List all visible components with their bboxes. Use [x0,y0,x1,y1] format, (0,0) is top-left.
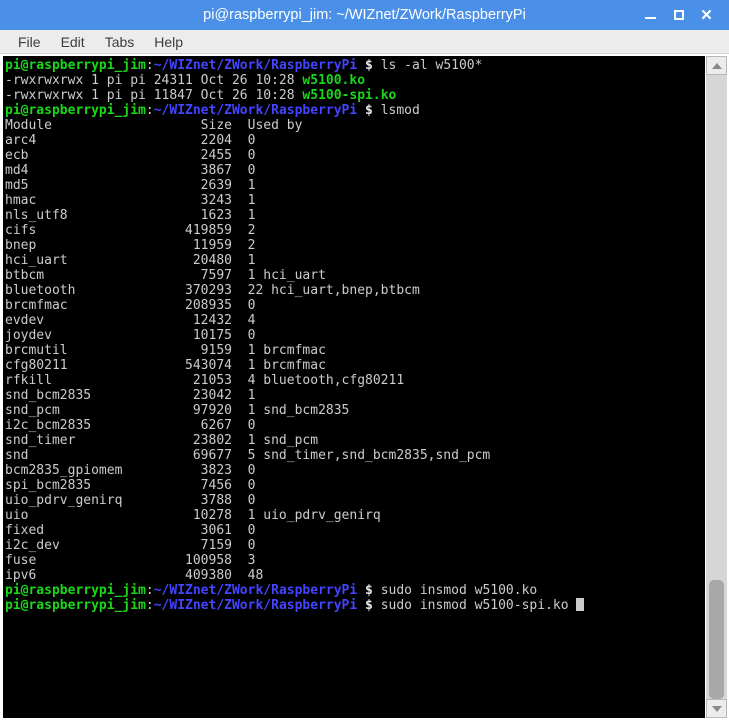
lsmod-module-row: fuse 100958 3 [5,553,705,568]
chevron-up-icon [712,63,722,69]
terminal-output-line: -rwxrwxrwx 1 pi pi 11847 Oct 26 10:28 w5… [5,88,705,103]
lsmod-module-row: hmac 3243 1 [5,193,705,208]
lsmod-module-row: arc4 2204 0 [5,133,705,148]
terminal-output-line: -rwxrwxrwx 1 pi pi 24311 Oct 26 10:28 w5… [5,73,705,88]
lsmod-module-row: brcmfmac 208935 0 [5,298,705,313]
scrollbar-track[interactable] [706,75,727,699]
chevron-down-icon [712,706,722,712]
window-title: pi@raspberrypi_jim: ~/WIZnet/ZWork/Raspb… [0,7,729,23]
lsmod-module-row: uio_pdrv_genirq 3788 0 [5,493,705,508]
terminal-prompt-line: pi@raspberrypi_jim:~/WIZnet/ZWork/Raspbe… [5,58,705,73]
lsmod-module-row: ecb 2455 0 [5,148,705,163]
scroll-up-button[interactable] [706,56,727,75]
lsmod-module-row: spi_bcm2835 7456 0 [5,478,705,493]
menu-item-help[interactable]: Help [144,34,193,50]
lsmod-module-row: fixed 3061 0 [5,523,705,538]
lsmod-module-row: snd 69677 5 snd_timer,snd_bcm2835,snd_pc… [5,448,705,463]
lsmod-module-row: snd_bcm2835 23042 1 [5,388,705,403]
scrollbar-thumb[interactable] [709,580,724,699]
terminal-body: pi@raspberrypi_jim:~/WIZnet/ZWork/Raspbe… [0,54,729,720]
lsmod-module-row: cifs 419859 2 [5,223,705,238]
lsmod-module-row: bnep 11959 2 [5,238,705,253]
lsmod-module-row: ipv6 409380 48 [5,568,705,583]
lsmod-module-row: i2c_dev 7159 0 [5,538,705,553]
lsmod-module-row: hci_uart 20480 1 [5,253,705,268]
menu-item-file[interactable]: File [8,34,51,50]
lsmod-module-row: nls_utf8 1623 1 [5,208,705,223]
lsmod-module-row: snd_timer 23802 1 snd_pcm [5,433,705,448]
lsmod-module-row: snd_pcm 97920 1 snd_bcm2835 [5,403,705,418]
terminal-text: pi@raspberrypi_jim:~/WIZnet/ZWork/Raspbe… [5,58,705,613]
scroll-down-button[interactable] [706,699,727,718]
terminal-prompt-line: pi@raspberrypi_jim:~/WIZnet/ZWork/Raspbe… [5,103,705,118]
lsmod-module-row: bcm2835_gpiomem 3823 0 [5,463,705,478]
lsmod-module-row: brcmutil 9159 1 brcmfmac [5,343,705,358]
lsmod-module-row: btbcm 7597 1 hci_uart [5,268,705,283]
lsmod-module-row: joydev 10175 0 [5,328,705,343]
terminal-window: pi@raspberrypi_jim: ~/WIZnet/ZWork/Raspb… [0,0,729,720]
lsmod-module-row: md4 3867 0 [5,163,705,178]
lsmod-module-row: uio 10278 1 uio_pdrv_genirq [5,508,705,523]
lsmod-module-row: rfkill 21053 4 bluetooth,cfg80211 [5,373,705,388]
lsmod-header-row: Module Size Used by [5,118,705,133]
window-controls: ✕ [644,9,723,22]
menu-item-tabs[interactable]: Tabs [95,34,145,50]
minimize-button[interactable] [644,9,657,22]
lsmod-module-row: i2c_bcm2835 6267 0 [5,418,705,433]
lsmod-module-row: md5 2639 1 [5,178,705,193]
maximize-button[interactable] [672,9,685,22]
menubar: File Edit Tabs Help [0,30,729,54]
window-titlebar[interactable]: pi@raspberrypi_jim: ~/WIZnet/ZWork/Raspb… [0,0,729,30]
terminal-screen[interactable]: pi@raspberrypi_jim:~/WIZnet/ZWork/Raspbe… [3,56,705,718]
close-button[interactable]: ✕ [700,9,713,22]
lsmod-module-row: cfg80211 543074 1 brcmfmac [5,358,705,373]
lsmod-module-row: evdev 12432 4 [5,313,705,328]
menu-item-edit[interactable]: Edit [51,34,95,50]
terminal-scrollbar[interactable] [705,56,727,718]
lsmod-module-row: bluetooth 370293 22 hci_uart,bnep,btbcm [5,283,705,298]
terminal-prompt-line: pi@raspberrypi_jim:~/WIZnet/ZWork/Raspbe… [5,583,705,598]
terminal-prompt-line: pi@raspberrypi_jim:~/WIZnet/ZWork/Raspbe… [5,598,705,613]
terminal-cursor [576,598,584,611]
